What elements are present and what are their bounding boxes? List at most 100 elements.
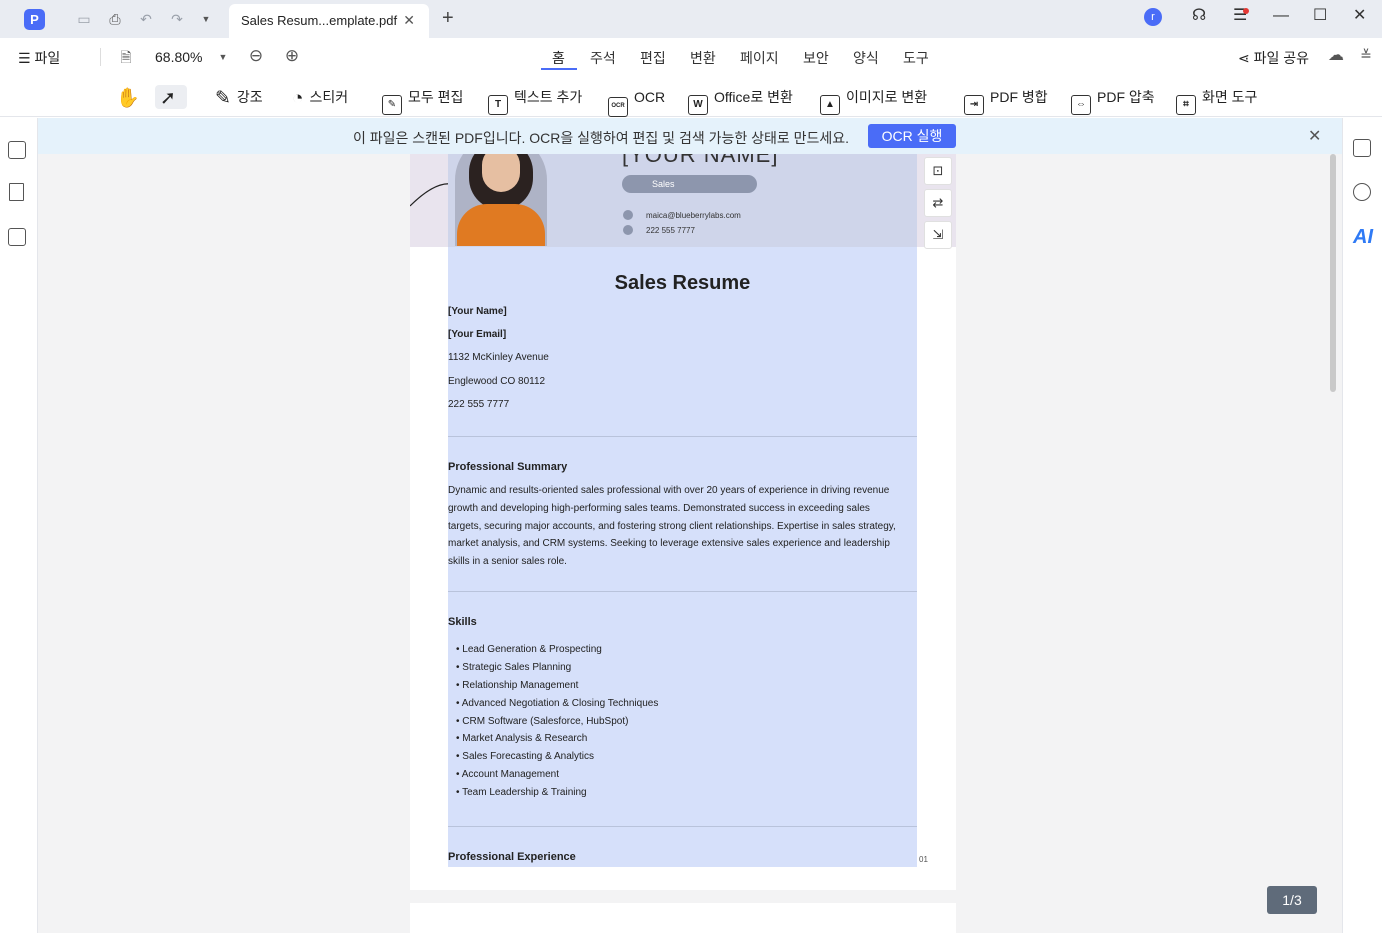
left-sidebar — [0, 118, 38, 933]
sticker-button[interactable]: ◔ 스티커 — [292, 85, 348, 109]
comment-icon[interactable] — [8, 228, 26, 246]
vertical-scrollbar[interactable] — [1330, 154, 1336, 392]
ocr-banner: 이 파일은 스캔된 PDF입니다. OCR을 실행하여 편집 및 검색 가능한 … — [38, 118, 1342, 154]
close-window-icon[interactable]: ✕ — [1353, 7, 1366, 25]
to-office-button[interactable]: W Office로 변환 — [688, 85, 793, 115]
header-email: maica@blueberrylabs.com — [646, 211, 741, 220]
divider — [448, 591, 917, 592]
collapse-ribbon-icon[interactable]: ≚ — [1357, 46, 1375, 64]
merge-icon: ⇥ — [964, 95, 984, 115]
cursor-icon: ➚ — [160, 88, 176, 109]
zoom-value[interactable]: 68.80% — [155, 49, 202, 65]
tab-annotate[interactable]: 주석 — [590, 48, 616, 68]
thumbnail-icon[interactable] — [8, 141, 26, 159]
minimize-icon[interactable]: — — [1273, 7, 1289, 25]
tab-edit[interactable]: 편집 — [640, 48, 666, 68]
to-office-label: Office로 변환 — [714, 89, 793, 105]
list-item: • Advanced Negotiation & Closing Techniq… — [456, 697, 659, 709]
hand-icon: ✋ — [116, 88, 140, 109]
add-text-label: 텍스트 추가 — [514, 89, 583, 105]
tab-form[interactable]: 양식 — [853, 48, 879, 68]
ocr-button[interactable]: OCR OCR — [608, 85, 665, 117]
tab-security[interactable]: 보안 — [803, 48, 829, 68]
photo-face — [482, 154, 520, 192]
print-icon[interactable]: ⎙ — [106, 10, 124, 28]
ribbon-toolbar: ✋ ➚ ✎ 강조 ◔ 스티커 ✎ 모두 편집 T 텍스트 추가 OCR OCR W Offi… — [0, 76, 1382, 117]
header-phone: 222 555 7777 — [646, 226, 695, 235]
run-ocr-button[interactable]: OCR 실행 — [868, 124, 956, 148]
zoom-in-icon[interactable]: ⊕ — [283, 47, 301, 65]
bookmark-icon[interactable] — [9, 183, 24, 201]
tab-tools[interactable]: 도구 — [903, 48, 929, 68]
share-button[interactable]: ⋖ 파일 공유 — [1238, 48, 1309, 68]
edit-icon: ✎ — [382, 95, 402, 115]
file-menu-label: 파일 — [34, 50, 61, 66]
avatar[interactable]: r — [1144, 8, 1162, 26]
headset-icon[interactable]: ☊ — [1192, 7, 1206, 25]
list-item: • Sales Forecasting & Analytics — [456, 751, 595, 763]
address-line-2: Englewood CO 80112 — [448, 376, 546, 387]
close-banner-icon[interactable]: ✕ — [1308, 126, 1321, 146]
compress-icon: ⇔ — [1071, 95, 1091, 115]
image-recognize-icon[interactable]: ⊡ — [924, 157, 952, 185]
pdf-page-2[interactable] — [410, 903, 956, 933]
zoom-dropdown-icon[interactable]: ▼ — [214, 48, 232, 66]
share-label: 파일 공유 — [1253, 50, 1310, 66]
menu-bar: ☰ 파일 🗎 68.80% ▼ ⊖ ⊕ 홈 주석 편집 변환 페이지 보안 양식… — [0, 38, 1382, 76]
highlight-button[interactable]: ✎ 강조 — [215, 85, 263, 109]
properties-icon[interactable] — [1353, 139, 1371, 157]
highlighter-icon: ✎ — [215, 88, 231, 109]
undo-icon[interactable]: ↶ — [137, 10, 155, 28]
skills-heading: Skills — [448, 616, 477, 628]
edit-all-label: 모두 편집 — [408, 89, 464, 105]
select-tool-button[interactable]: ➚ — [155, 85, 187, 109]
resume-title: Sales Resume — [614, 272, 751, 294]
ai-assistant-icon[interactable]: AI — [1353, 226, 1373, 249]
file-menu[interactable]: ☰ 파일 — [18, 48, 60, 68]
email-icon — [623, 210, 633, 220]
experience-heading: Professional Experience — [448, 851, 576, 863]
save-icon[interactable]: ▭ — [75, 10, 93, 28]
tab-page[interactable]: 페이지 — [740, 48, 779, 68]
zoom-out-icon[interactable]: ⊖ — [247, 47, 265, 65]
cloud-upload-icon[interactable]: ☁ — [1327, 47, 1345, 65]
image-icon: ▲ — [820, 95, 840, 115]
document-tab[interactable]: Sales Resum...emplate.pdf ✕ — [229, 4, 429, 38]
export-icon[interactable]: ⇲ — [924, 221, 952, 249]
compress-pdf-button[interactable]: ⇔ PDF 압축 — [1071, 85, 1155, 115]
add-tab-icon[interactable]: + — [442, 8, 454, 28]
sticker-label: 스티커 — [309, 89, 349, 105]
page-fit-icon[interactable]: 🗎 — [117, 48, 135, 66]
to-image-button[interactable]: ▲ 이미지로 변환 — [820, 85, 927, 115]
address-line-1: 1132 McKinley Avenue — [448, 352, 549, 363]
replace-icon[interactable]: ⇄ — [924, 189, 952, 217]
dropdown-icon[interactable]: ▼ — [197, 10, 215, 28]
floating-page-tools: ⊡ ⇄ ⇲ — [924, 157, 954, 253]
page-indicator[interactable]: 1/3 — [1267, 886, 1317, 914]
tab-home[interactable]: 홈 — [552, 48, 565, 68]
screen-tool-button[interactable]: ⌗ 화면 도구 — [1176, 85, 1258, 115]
edit-all-button[interactable]: ✎ 모두 편집 — [382, 85, 464, 115]
merge-pdf-button[interactable]: ⇥ PDF 병합 — [964, 85, 1048, 115]
office-icon: W — [688, 95, 708, 115]
resume-header: [YOUR NAME] Sales maica@blueberrylabs.co… — [410, 154, 956, 247]
search-icon[interactable] — [1353, 183, 1371, 201]
screen-tool-label: 화면 도구 — [1202, 89, 1258, 105]
redo-icon[interactable]: ↷ — [168, 10, 186, 28]
ocr-icon: OCR — [608, 97, 628, 117]
add-text-button[interactable]: T 텍스트 추가 — [488, 85, 583, 115]
document-canvas[interactable]: [YOUR NAME] Sales maica@blueberrylabs.co… — [38, 154, 1342, 933]
sticker-icon: ◔ — [292, 88, 304, 109]
tab-convert[interactable]: 변환 — [690, 48, 716, 68]
profile-photo — [455, 154, 547, 246]
hand-tool-button[interactable]: ✋ — [116, 85, 146, 109]
close-tab-icon[interactable]: ✕ — [403, 12, 415, 29]
pdf-page[interactable]: [YOUR NAME] Sales maica@blueberrylabs.co… — [410, 154, 956, 890]
list-item: • Lead Generation & Prospecting — [456, 644, 602, 655]
maximize-icon[interactable]: ☐ — [1313, 7, 1327, 25]
header-role: Sales — [622, 175, 757, 193]
crop-icon: ⌗ — [1176, 95, 1196, 115]
phone-number: 222 555 7777 — [448, 399, 510, 410]
app-logo-icon[interactable]: P — [24, 9, 45, 30]
notification-dot — [1243, 8, 1249, 14]
